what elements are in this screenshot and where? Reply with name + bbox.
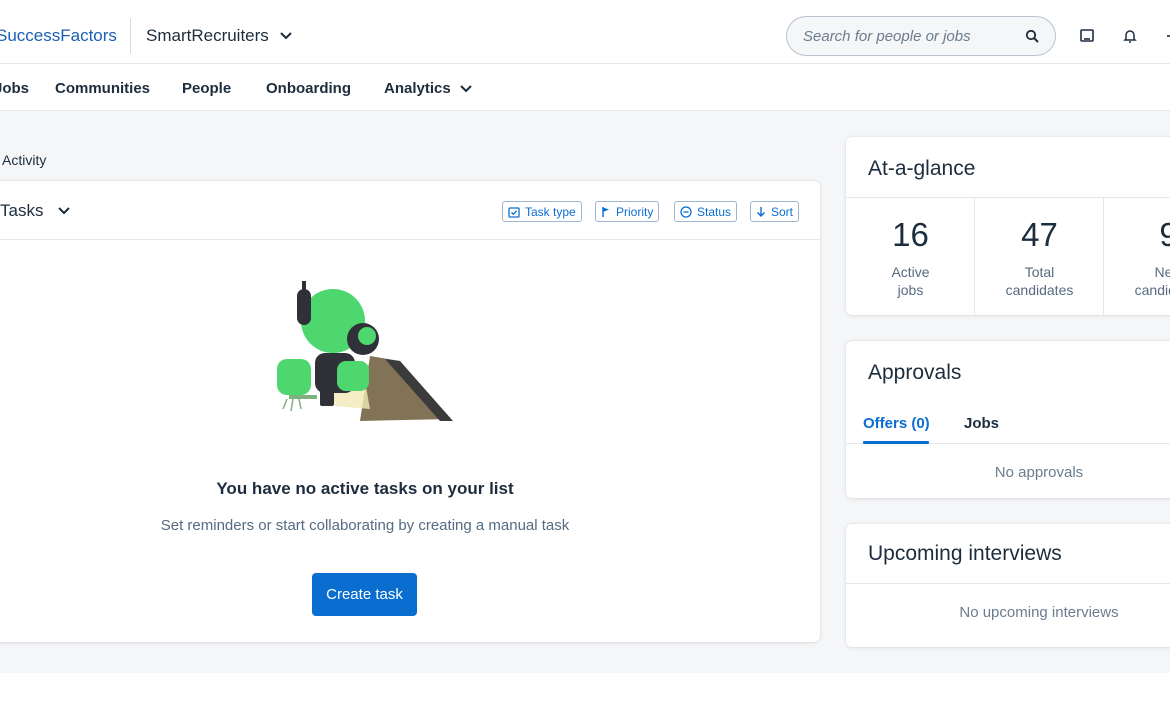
upcoming-interviews-title: Upcoming interviews xyxy=(868,542,1062,565)
chevron-down-icon xyxy=(58,207,71,215)
stat-value: 16 xyxy=(892,216,929,253)
sort-label: Sort xyxy=(771,204,794,219)
search-icon[interactable] xyxy=(1025,29,1039,43)
flag-icon xyxy=(602,206,609,217)
nav-item-jobs[interactable]: Jobs xyxy=(0,80,29,97)
robot-illustration xyxy=(277,281,453,421)
upcoming-interviews-card: Upcoming interviews No upcoming intervie… xyxy=(846,524,1170,647)
nav-item-onboarding[interactable]: Onboarding xyxy=(266,80,351,97)
interviews-empty-message: No upcoming interviews xyxy=(959,604,1119,621)
tasks-card: Tasks Task type Priority Status Sort You… xyxy=(0,181,820,642)
search-field[interactable] xyxy=(786,16,1056,56)
search-input[interactable] xyxy=(803,27,1025,45)
empty-state-subtitle: Set reminders or start collaborating by … xyxy=(160,517,570,534)
nav-item-analytics-label: Analytics xyxy=(384,80,451,97)
tasks-header: Tasks Task type Priority Status Sort xyxy=(0,181,820,240)
tablet-icon[interactable] xyxy=(1078,27,1096,45)
task-type-filter-label: Task type xyxy=(525,204,576,219)
product-name: SmartRecruiters xyxy=(146,26,269,45)
empty-state-title: You have no active tasks on your list xyxy=(216,479,514,498)
calendar-check-icon xyxy=(508,206,520,218)
stat-value: 47 xyxy=(1021,216,1058,253)
stat-total-candidates[interactable]: 47 Total candidates xyxy=(975,198,1104,315)
stat-label: Active jobs xyxy=(891,264,930,298)
task-type-filter-button[interactable]: Task type xyxy=(502,201,582,222)
priority-filter-label: Priority xyxy=(616,204,654,219)
chevron-down-icon xyxy=(459,84,472,92)
arrow-down-icon xyxy=(757,206,765,217)
section-label-activity: Activity xyxy=(2,152,47,168)
divider xyxy=(846,583,1170,584)
create-task-button[interactable]: Create task xyxy=(312,573,417,616)
brand-logo-text[interactable]: SuccessFactors xyxy=(0,26,117,46)
top-navigation: Jobs Communities People Onboarding Analy… xyxy=(0,64,1170,111)
approvals-card: Approvals Offers (0) Jobs No approvals xyxy=(846,341,1170,498)
tab-jobs[interactable]: Jobs xyxy=(964,415,999,432)
sort-button[interactable]: Sort xyxy=(750,201,800,222)
at-a-glance-card: At-a-glance 16 Active jobs 47 Total cand… xyxy=(846,137,1170,315)
chevron-down-icon xyxy=(280,32,292,40)
stat-label: Total candidates xyxy=(1005,264,1074,298)
status-icon xyxy=(680,205,692,218)
status-filter-button[interactable]: Status xyxy=(674,201,738,222)
shell-bar: SuccessFactors SmartRecruiters xyxy=(0,0,1170,64)
stat-active-jobs[interactable]: 16 Active jobs xyxy=(846,198,975,315)
nav-item-communities[interactable]: Communities xyxy=(55,80,150,97)
active-tab-indicator xyxy=(863,441,929,444)
more-icon[interactable] xyxy=(1160,27,1170,45)
shell-divider xyxy=(130,18,131,54)
stat-new-candidates[interactable]: 9 New candidates xyxy=(1104,198,1170,315)
at-a-glance-title: At-a-glance xyxy=(868,157,976,180)
tasks-dropdown[interactable]: Tasks xyxy=(0,201,71,221)
nav-item-analytics[interactable]: Analytics xyxy=(384,80,473,97)
stat-label: New candidates xyxy=(1134,264,1170,298)
bell-icon[interactable] xyxy=(1121,27,1139,45)
tab-offers[interactable]: Offers (0) xyxy=(863,415,930,432)
approvals-empty-message: No approvals xyxy=(994,464,1084,481)
status-filter-label: Status xyxy=(697,204,732,219)
priority-filter-button[interactable]: Priority xyxy=(595,201,660,222)
tasks-title: Tasks xyxy=(0,201,44,220)
approvals-title: Approvals xyxy=(868,361,962,384)
stat-value: 9 xyxy=(1159,216,1170,253)
product-switcher[interactable]: SmartRecruiters xyxy=(146,26,293,46)
nav-item-people[interactable]: People xyxy=(182,80,231,97)
